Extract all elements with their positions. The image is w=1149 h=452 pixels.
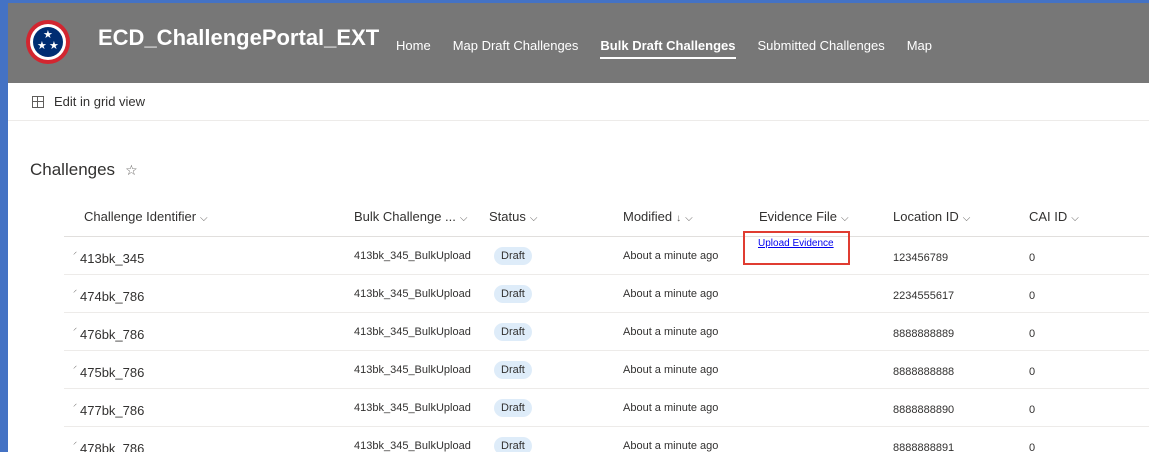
chevron-down-icon: ⌵: [529, 213, 538, 224]
grid-icon: [32, 95, 44, 108]
location-id: 8888888889: [893, 328, 955, 340]
modified-time: About a minute ago: [623, 288, 719, 300]
modified-time: About a minute ago: [623, 364, 719, 376]
bulk-challenge-name: 413bk_345_BulkUpload: [354, 326, 471, 338]
location-id: 123456789: [893, 252, 949, 264]
nav-item-home[interactable]: Home: [396, 38, 431, 59]
modified-time: About a minute ago: [623, 250, 719, 262]
cai-id: 0: [1029, 442, 1036, 452]
table-row[interactable]: ⸝ 475bk_786 413bk_345_BulkUpload Draft Ab…: [64, 351, 1149, 389]
challenge-identifier[interactable]: 478bk_786: [80, 441, 144, 452]
challenge-identifier[interactable]: 474bk_786: [80, 289, 144, 304]
new-item-icon: ⸝: [73, 285, 77, 294]
command-bar: Edit in grid view: [8, 83, 1149, 121]
bulk-challenge-name: 413bk_345_BulkUpload: [354, 288, 471, 300]
new-item-icon: ⸝: [73, 247, 77, 256]
challenge-identifier[interactable]: 413bk_345: [80, 251, 144, 266]
location-id: 2234555617: [893, 290, 955, 302]
challenge-identifier[interactable]: 476bk_786: [80, 327, 144, 342]
status-badge: Draft: [494, 361, 532, 379]
edit-in-grid-view-label: Edit in grid view: [54, 94, 146, 109]
star-icon: ★: [49, 40, 59, 52]
nav-item-map-draft-challenges[interactable]: Map Draft Challenges: [453, 38, 579, 59]
bulk-challenge-name: 413bk_345_BulkUpload: [354, 250, 471, 262]
bulk-challenge-name: 413bk_345_BulkUpload: [354, 402, 471, 414]
status-badge: Draft: [494, 399, 532, 417]
window-frame-left: [0, 0, 8, 452]
chevron-down-icon: ⌵: [1071, 213, 1079, 224]
star-icon: ★: [37, 40, 47, 52]
cai-id: 0: [1029, 366, 1036, 378]
table-row[interactable]: ⸝ 478bk_786 413bk_345_BulkUpload Draft Ab…: [64, 427, 1149, 452]
modified-time: About a minute ago: [623, 402, 719, 414]
bulk-challenge-name: 413bk_345_BulkUpload: [354, 364, 471, 376]
tennessee-tri-star-icon[interactable]: ★ ★ ★: [26, 20, 70, 64]
chevron-down-icon: ⌵: [685, 213, 693, 224]
modified-time: About a minute ago: [623, 440, 719, 452]
sort-descending-icon: ↓: [676, 213, 682, 224]
bulk-challenge-name: 413bk_345_BulkUpload: [354, 440, 471, 452]
edit-in-grid-view-button[interactable]: Edit in grid view: [32, 94, 145, 109]
chevron-down-icon: ⌵: [962, 213, 971, 224]
table-row[interactable]: ⸝ 413bk_345 413bk_345_BulkUpload Draft Ab…: [64, 237, 1149, 275]
column-header-challenge-identifier[interactable]: Challenge Identifier ⌵: [84, 209, 208, 224]
column-header-bulk-challenge[interactable]: Bulk Challenge ... ⌵: [354, 209, 468, 224]
column-header-modified[interactable]: Modified ↓ ⌵: [623, 209, 693, 224]
table-row[interactable]: ⸝ 474bk_786 413bk_345_BulkUpload Draft Ab…: [64, 275, 1149, 313]
cai-id: 0: [1029, 252, 1036, 264]
top-nav: Home Map Draft Challenges Bulk Draft Cha…: [396, 38, 954, 59]
location-id: 8888888891: [893, 442, 955, 452]
table-row[interactable]: ⸝ 476bk_786 413bk_345_BulkUpload Draft Ab…: [64, 313, 1149, 351]
site-title[interactable]: ECD_ChallengePortal_EXT: [98, 25, 379, 51]
status-badge: Draft: [494, 437, 532, 452]
chevron-down-icon: ⌵: [459, 213, 468, 224]
upload-evidence-link[interactable]: Upload Evidence: [758, 238, 834, 249]
status-badge: Draft: [494, 247, 532, 265]
status-badge: Draft: [494, 285, 532, 303]
modified-time: About a minute ago: [623, 326, 719, 338]
cai-id: 0: [1029, 404, 1036, 416]
new-item-icon: ⸝: [73, 361, 77, 370]
new-item-icon: ⸝: [73, 399, 77, 408]
column-header-status[interactable]: Status ⌵: [489, 209, 537, 224]
site-header: ★ ★ ★ ECD_ChallengePortal_EXT Home Map D…: [8, 3, 1149, 83]
challenge-identifier[interactable]: 477bk_786: [80, 403, 144, 418]
cai-id: 0: [1029, 328, 1036, 340]
nav-item-bulk-draft-challenges[interactable]: Bulk Draft Challenges: [600, 38, 736, 59]
column-header-evidence-file[interactable]: Evidence File ⌵: [759, 209, 849, 224]
new-item-icon: ⸝: [73, 437, 77, 446]
column-header-location-id[interactable]: Location ID ⌵: [893, 209, 970, 224]
table-row[interactable]: ⸝ 477bk_786 413bk_345_BulkUpload Draft Ab…: [64, 389, 1149, 427]
new-item-icon: ⸝: [73, 323, 77, 332]
favorite-star-icon[interactable]: ☆: [125, 162, 138, 179]
location-id: 8888888888: [893, 366, 955, 378]
challenge-identifier[interactable]: 475bk_786: [80, 365, 144, 380]
chevron-down-icon: ⌵: [841, 213, 849, 224]
status-badge: Draft: [494, 323, 532, 341]
list-title: Challenges ☆: [30, 160, 138, 180]
nav-item-map[interactable]: Map: [907, 38, 932, 59]
nav-item-submitted-challenges[interactable]: Submitted Challenges: [758, 38, 885, 59]
cai-id: 0: [1029, 290, 1036, 302]
chevron-down-icon: ⌵: [200, 213, 208, 224]
location-id: 8888888890: [893, 404, 955, 416]
list-title-text: Challenges: [30, 160, 116, 179]
column-header-cai-id[interactable]: CAI ID ⌵: [1029, 209, 1079, 224]
